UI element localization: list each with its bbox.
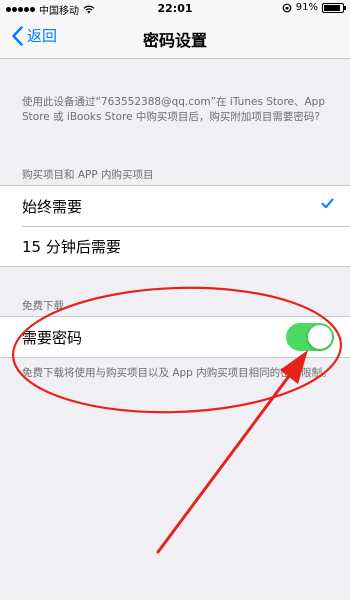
option-always-require[interactable]: 始终需要 (0, 186, 350, 226)
battery-percent: 91% (295, 2, 318, 13)
toggle-knob (308, 325, 332, 349)
status-bar: 中国移动 22:01 91% (0, 0, 350, 17)
free-downloads-footer: 免费下载将使用与购买项目以及 App 内购买项目相同的密码限制。 (22, 367, 333, 379)
require-password-row: 需要密码 (0, 317, 350, 357)
free-downloads-group: 需要密码 (0, 316, 350, 358)
require-password-label: 需要密码 (22, 328, 83, 347)
page-title: 密码设置 (142, 31, 207, 50)
navigation-bar: 返回 密码设置 (0, 16, 350, 59)
password-settings-description: 使用此设备通过“763552388@qq.com”在 iTunes Store、… (22, 96, 326, 123)
checkmark-icon (321, 198, 334, 209)
battery-fill (324, 4, 341, 11)
option-require-after-15-min[interactable]: 15 分钟后需要 (0, 226, 350, 266)
require-password-toggle[interactable] (286, 323, 334, 351)
battery-icon (322, 2, 346, 13)
option-label: 始终需要 (22, 197, 83, 216)
purchases-section-header: 购买项目和 APP 内购买项目 (22, 169, 154, 181)
rotation-lock-icon (282, 3, 292, 12)
free-downloads-section-header: 免费下载 (22, 300, 64, 312)
annotation-arrow-shaft (156, 370, 294, 554)
purchases-options-group: 始终需要 15 分钟后需要 (0, 185, 350, 267)
option-label: 15 分钟后需要 (22, 237, 121, 256)
status-right: 91% (282, 2, 346, 13)
